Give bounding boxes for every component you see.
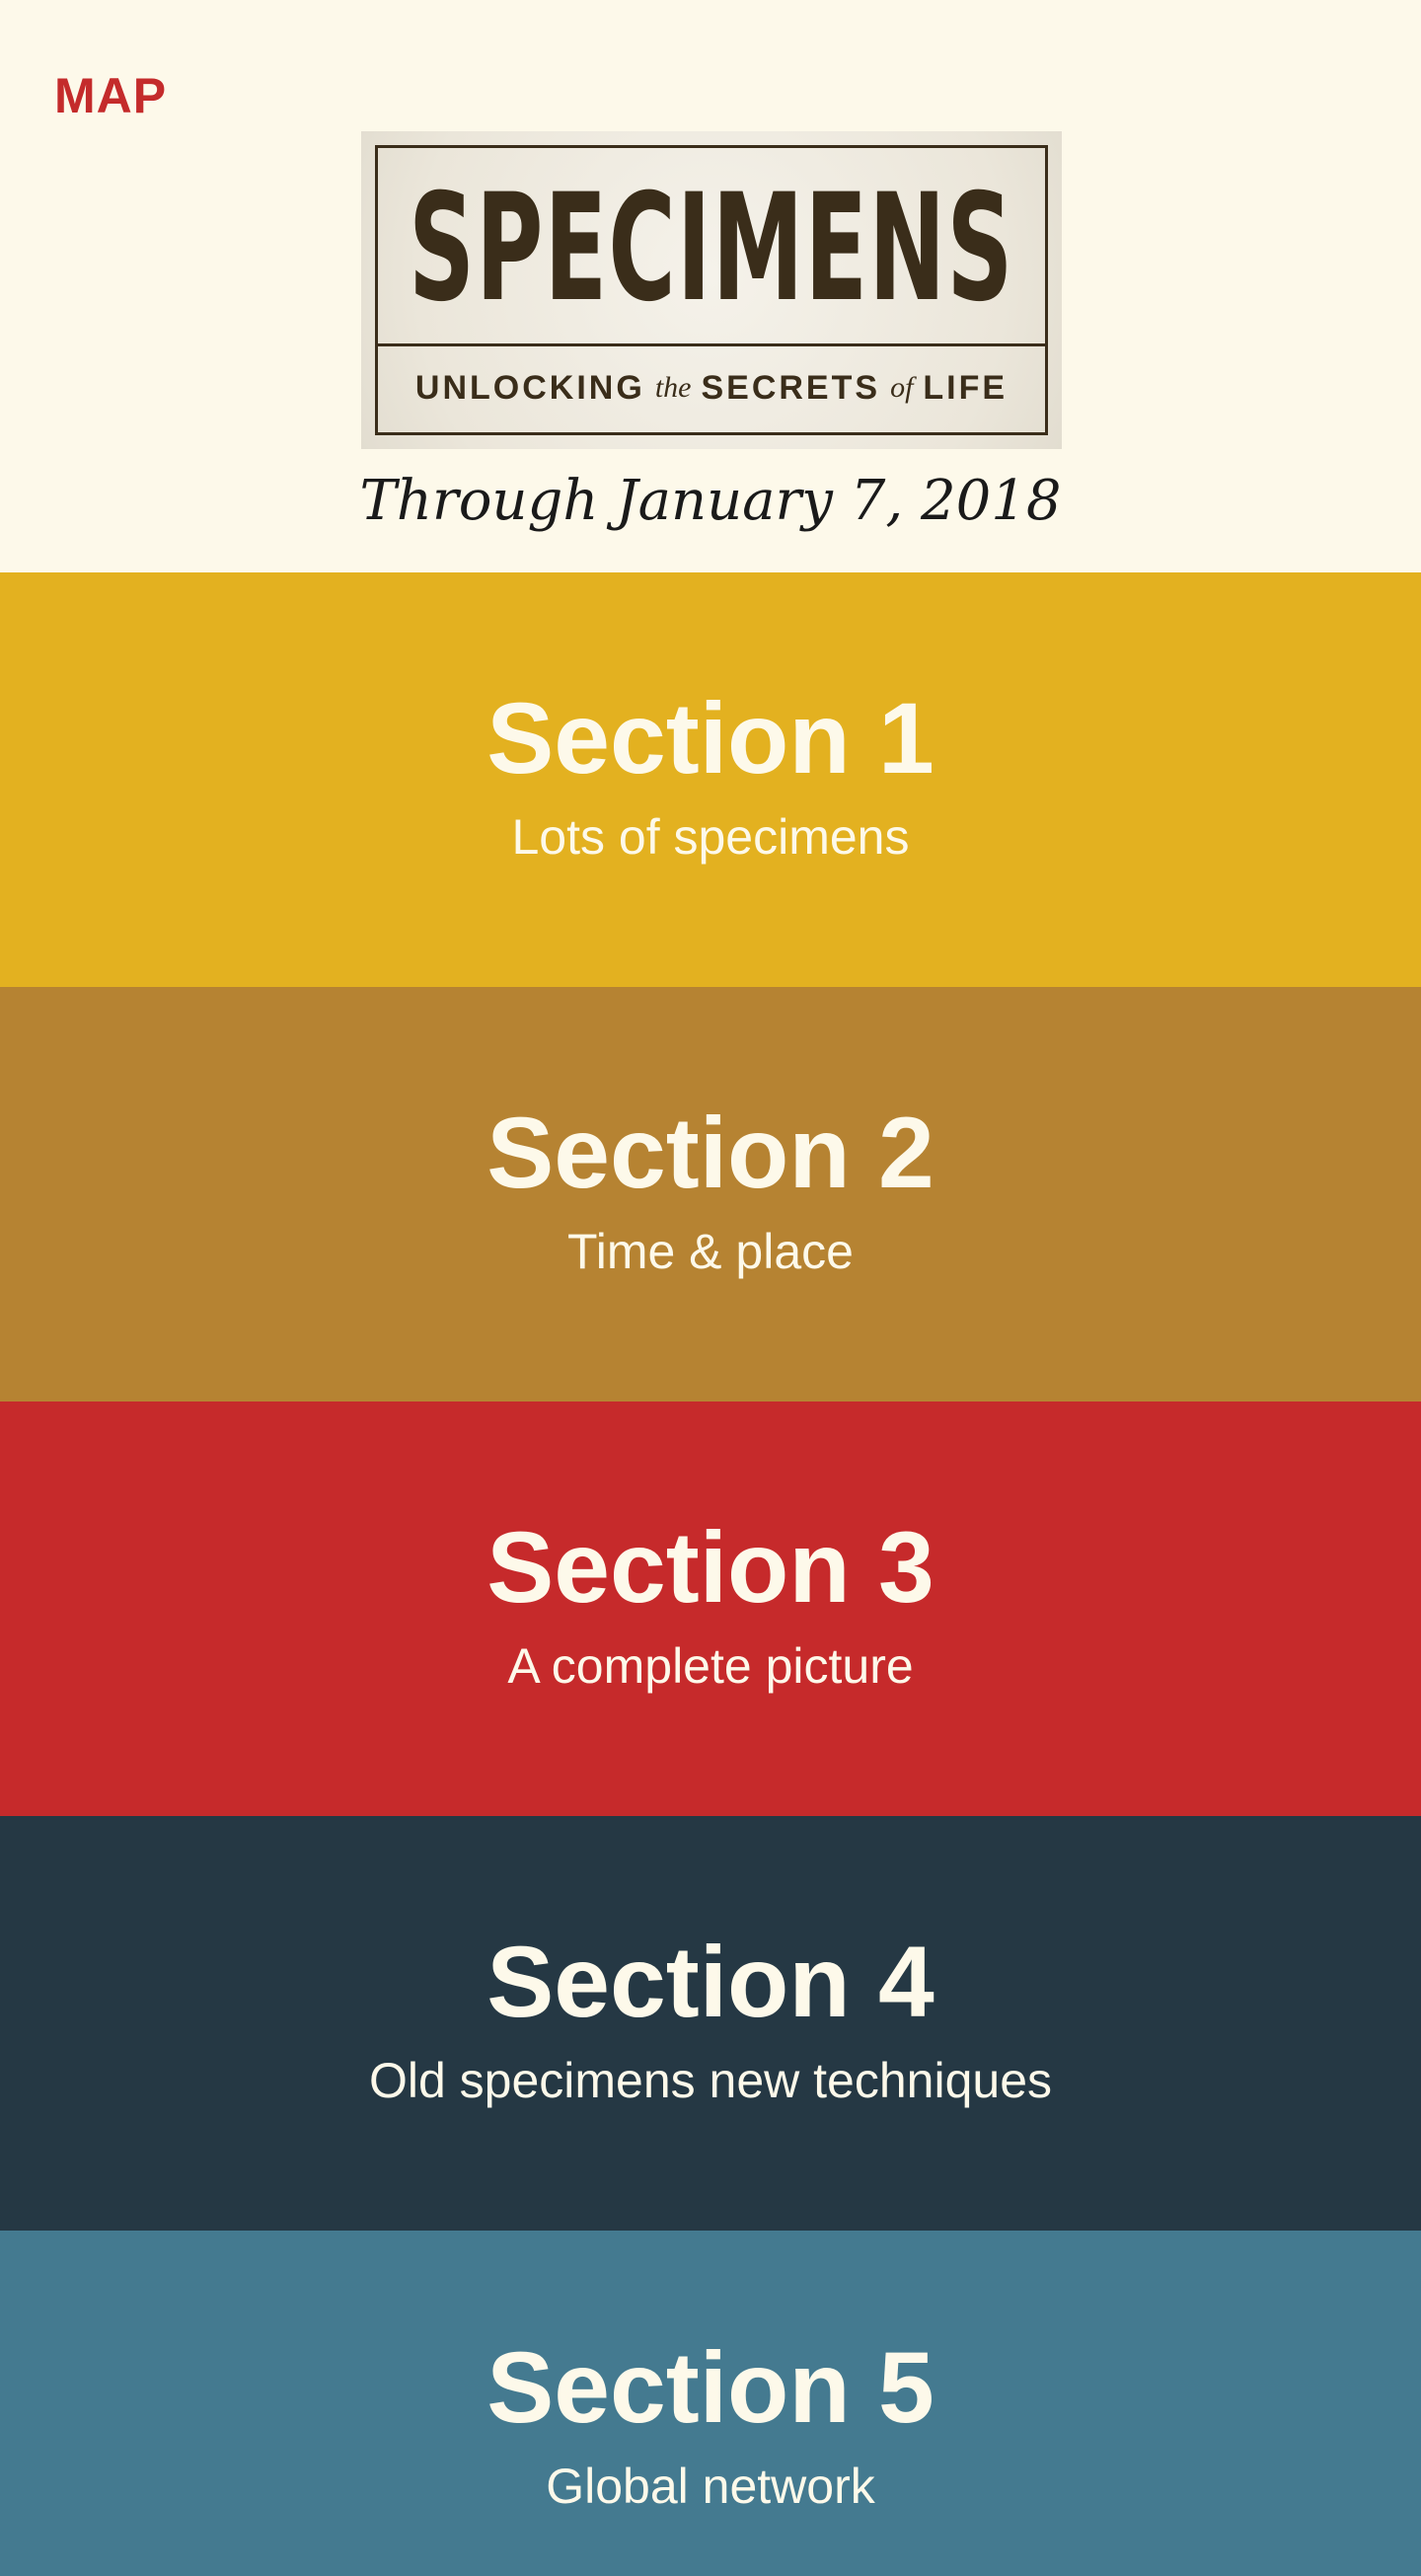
section-1-title: Section 1 bbox=[486, 682, 935, 795]
section-5-title: Section 5 bbox=[486, 2331, 935, 2444]
logo-frame: SPECIMENS UNLOCKING the SECRETS of LIFE bbox=[375, 145, 1048, 435]
map-link[interactable]: MAP bbox=[54, 67, 167, 124]
section-4-block[interactable]: Section 4 Old specimens new techniques bbox=[0, 1816, 1421, 2231]
section-1-subtitle: Lots of specimens bbox=[511, 809, 910, 865]
section-4-title: Section 4 bbox=[486, 1926, 935, 2038]
section-3-block[interactable]: Section 3 A complete picture bbox=[0, 1402, 1421, 1816]
logo-subtitle-secrets: SECRETS bbox=[701, 368, 881, 407]
page-header: MAP SPECIMENS UNLOCKING the SECRETS of L… bbox=[0, 0, 1421, 572]
logo-title: SPECIMENS bbox=[409, 163, 1014, 335]
exhibit-dates: Through January 7, 2018 bbox=[359, 469, 1062, 533]
section-3-title: Section 3 bbox=[486, 1511, 935, 1624]
section-5-block[interactable]: Section 5 Global network bbox=[0, 2231, 1421, 2576]
logo-subtitle: UNLOCKING the SECRETS of LIFE bbox=[378, 343, 1045, 432]
logo-subtitle-unlocking: UNLOCKING bbox=[414, 368, 645, 407]
section-2-block[interactable]: Section 2 Time & place bbox=[0, 987, 1421, 1402]
section-5-subtitle: Global network bbox=[546, 2459, 875, 2514]
logo-subtitle-life: LIFE bbox=[923, 368, 1009, 407]
section-4-subtitle: Old specimens new techniques bbox=[368, 2053, 1053, 2108]
logo-subtitle-the: the bbox=[654, 371, 692, 404]
section-1-block[interactable]: Section 1 Lots of specimens bbox=[0, 572, 1421, 987]
section-2-subtitle: Time & place bbox=[567, 1224, 854, 1279]
logo-title-box: SPECIMENS bbox=[378, 148, 1045, 346]
exhibit-logo: SPECIMENS UNLOCKING the SECRETS of LIFE bbox=[361, 131, 1062, 449]
section-3-subtitle: A complete picture bbox=[507, 1638, 914, 1694]
logo-subtitle-of: of bbox=[890, 371, 914, 404]
section-2-title: Section 2 bbox=[486, 1097, 935, 1209]
